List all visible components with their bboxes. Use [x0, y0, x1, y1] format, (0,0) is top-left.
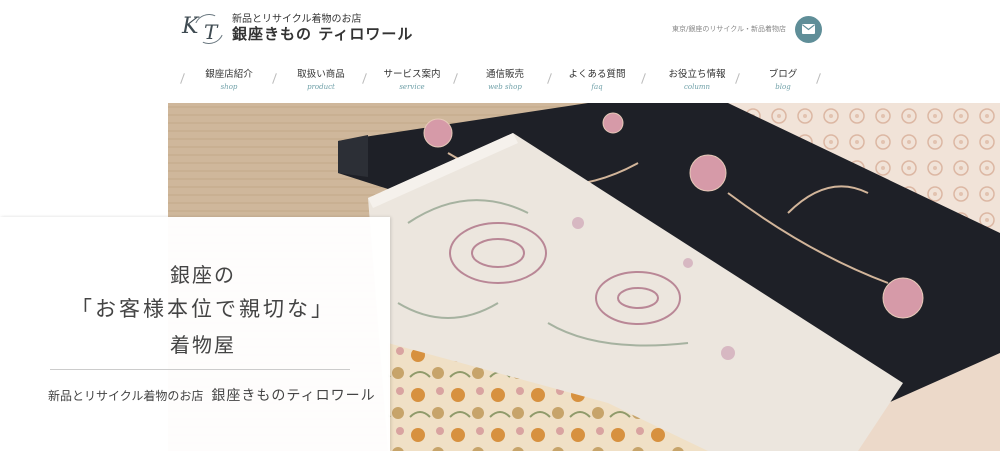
nav-sublabel: column	[683, 83, 711, 91]
hero-heading-line1: 銀座の	[170, 263, 236, 287]
nav-sublabel: shop	[220, 83, 238, 91]
nav-label: ブログ	[768, 69, 798, 80]
site-brand-name: 銀座きもの ティロワール	[232, 25, 414, 43]
nav-item-product[interactable]: 取扱い商品 product	[275, 66, 367, 91]
hero-subtitle: 新品とリサイクル着物のお店 銀座きものティロワール	[48, 385, 376, 405]
nav-item-shop[interactable]: 銀座店紹介 shop	[183, 66, 275, 91]
nav-sublabel: web shop	[488, 83, 522, 91]
hero-heading-line3: 着物屋	[170, 333, 236, 357]
hero-subtitle-small: 新品とリサイクル着物のお店	[48, 389, 204, 403]
nav-label: 取扱い商品	[297, 69, 345, 80]
site-logo[interactable]: KT 新品とリサイクル着物のお店 銀座きもの ティロワール	[180, 9, 430, 50]
hero-heading-line2: 「お客様本位で親切な」	[71, 297, 335, 321]
main-nav: 銀座店紹介 shop 取扱い商品 product サービス案内 service …	[180, 66, 821, 96]
nav-label: 通信販売	[485, 69, 524, 80]
nav-item-service[interactable]: サービス案内 service	[366, 66, 458, 91]
hero-caption-box: 銀座の 「お客様本位で親切な」 着物屋 新品とリサイクル着物のお店 銀座きものティ…	[0, 217, 390, 451]
nav-item-faq[interactable]: よくある質問 faq	[551, 66, 643, 91]
nav-item-webshop[interactable]: 通信販売 web shop	[459, 66, 551, 91]
envelope-icon	[802, 24, 815, 34]
nav-sublabel: blog	[775, 83, 791, 91]
nav-sublabel: product	[307, 83, 335, 91]
nav-label: よくある質問	[568, 69, 626, 80]
nav-sublabel: service	[399, 83, 425, 91]
contact-mail-button[interactable]	[795, 16, 822, 43]
nav-item-blog[interactable]: ブログ blog	[737, 66, 829, 91]
header-note: 東京/銀座のリサイクル・新品着物店	[672, 25, 787, 33]
hero-divider	[50, 369, 350, 370]
nav-label: サービス案内	[383, 69, 441, 80]
nav-item-column[interactable]: お役立ち情報 column	[651, 66, 743, 91]
hero-subtitle-brand: 銀座きものティロワール	[211, 388, 376, 404]
nav-label: お役立ち情報	[668, 69, 726, 80]
logo-mark: KT	[180, 9, 229, 49]
nav-label: 銀座店紹介	[205, 69, 253, 80]
nav-sublabel: faq	[591, 83, 603, 91]
